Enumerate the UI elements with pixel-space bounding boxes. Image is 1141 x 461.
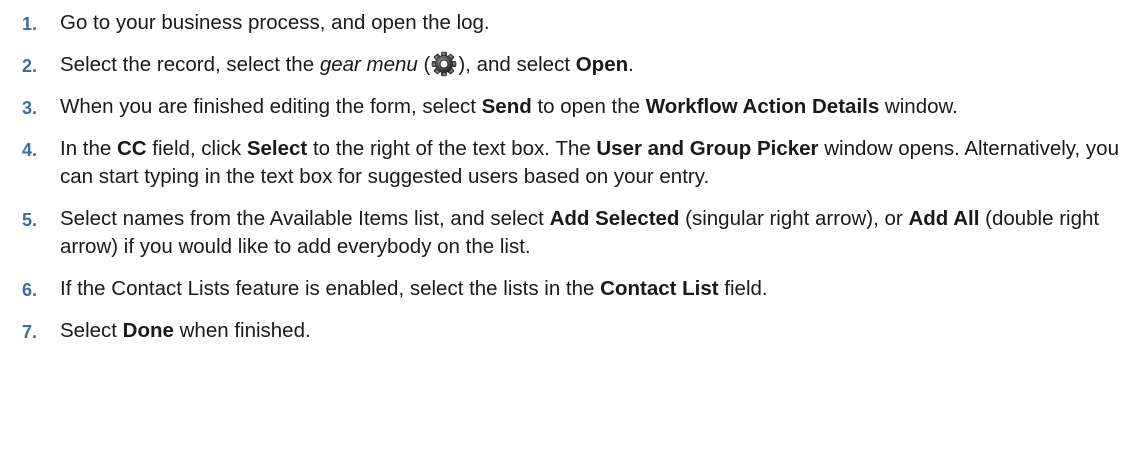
step-4: 4. In the CC field, click Select to the … [0, 135, 1141, 191]
step-number: 6. [22, 280, 38, 300]
step-text-bold: Send [481, 95, 532, 118]
step-6: 6. If the Contact Lists feature is enabl… [0, 275, 1141, 303]
step-number: 4. [22, 140, 38, 160]
step-text-bold: Open [575, 53, 629, 76]
step-number: 2. [22, 56, 38, 76]
step-number: 7. [22, 322, 38, 342]
step-text-segment: field, click [146, 137, 247, 160]
step-2: 2. Select the record, select the gear me… [0, 51, 1141, 79]
step-text-segment: When you are finished editing the form, … [60, 95, 482, 118]
step-text-bold: Done [122, 319, 174, 342]
step-text-segment: to open the [531, 95, 646, 118]
gear-icon [431, 51, 457, 77]
step-text-bold: Add Selected [549, 207, 680, 230]
step-text-segment: when finished. [173, 319, 311, 342]
step-text-bold: Select [246, 137, 308, 160]
step-text-bold: Workflow Action Details [645, 95, 880, 118]
step-5: 5. Select names from the Available Items… [0, 205, 1141, 261]
step-text-bold: Add All [908, 207, 980, 230]
step-text-segment: ( [417, 53, 431, 76]
step-text-italic: gear menu [319, 53, 418, 76]
step-text: Select the record, select the gear menu … [60, 51, 634, 77]
step-text-segment: Go to your business process, and open th… [60, 11, 490, 34]
step-text-segment: window. [879, 95, 958, 118]
step-text-segment: to the right of the text box. The [307, 137, 597, 160]
step-7: 7. Select Done when finished. [0, 317, 1141, 345]
step-text-segment: Select the record, select the [60, 53, 320, 76]
step-text-bold: User and Group Picker [596, 137, 819, 160]
step-text: Select Done when finished. [60, 319, 311, 342]
step-text-segment: field. [718, 277, 768, 300]
step-text-segment: Select names from the Available Items li… [60, 207, 550, 230]
step-1: 1. Go to your business process, and open… [0, 9, 1141, 37]
step-text: When you are finished editing the form, … [60, 95, 958, 118]
step-number: 1. [22, 14, 38, 34]
step-3: 3. When you are finished editing the for… [0, 93, 1141, 121]
step-text: Go to your business process, and open th… [60, 11, 490, 34]
step-text-segment: In the [60, 137, 117, 160]
step-text: In the CC field, click Select to the rig… [60, 137, 1119, 188]
step-text-segment: . [628, 53, 634, 76]
step-text-segment: Select [60, 319, 123, 342]
step-text-segment: (singular right arrow), or [679, 207, 909, 230]
instruction-steps-list: 1. Go to your business process, and open… [0, 0, 1141, 345]
step-text-bold: CC [117, 137, 147, 160]
step-number: 5. [22, 210, 38, 230]
step-text-segment: ), and select [458, 53, 576, 76]
step-text-segment: If the Contact Lists feature is enabled,… [60, 277, 601, 300]
step-text: Select names from the Available Items li… [60, 207, 1099, 258]
step-text: If the Contact Lists feature is enabled,… [60, 277, 768, 300]
step-text-bold: Contact List [600, 277, 719, 300]
step-number: 3. [22, 98, 38, 118]
